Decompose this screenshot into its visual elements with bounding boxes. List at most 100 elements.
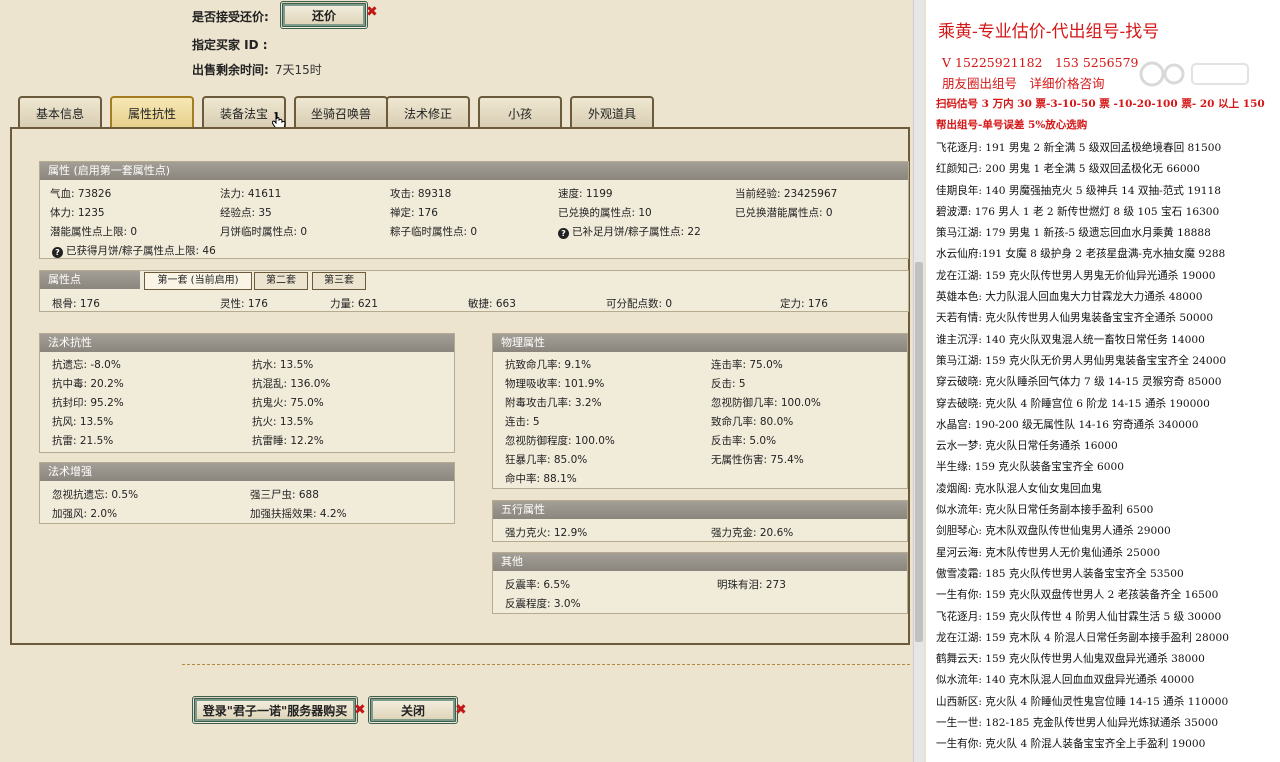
account-list: 飞花逐月: 191 男鬼 2 新全满 5 级双回孟极绝境春回 81500 红颜知… [936, 138, 1229, 756]
physical-cell: 狂暴几率: 85.0% [505, 454, 588, 466]
tab-mounts-pets[interactable]: 坐骑召唤兽 [294, 96, 388, 128]
physical-cell: 忽视防御程度: 100.0% [505, 435, 615, 447]
physical-cell: 命中率: 88.1% [505, 473, 577, 485]
attr-cell: 法力: 41611 [220, 188, 282, 200]
list-item: 凌烟阁: 克水队混人女仙女鬼回血鬼 [936, 482, 1102, 495]
notes-moments: 朋友圈出组号 详细价格咨询 [942, 76, 1105, 91]
resist-cell: 抗混乱: 136.0% [252, 378, 331, 390]
attribute-content-panel: 属性 (启用第一套属性点) 气血: 73826 法力: 41611 攻击: 89… [10, 127, 910, 645]
remaining-time-value: 7天15时 [274, 63, 322, 77]
attr-cell-mooncake: ? 已补足月饼/粽子属性点: 22 [558, 224, 701, 239]
attr-cell: 月饼临时属性点: 0 [220, 226, 308, 238]
physical-cell: 抗致命几率: 9.1% [505, 359, 592, 371]
list-item: 半生缘: 159 克火队装备宝宝齐全 6000 [936, 461, 1124, 474]
list-item: 星河云海: 克木队传世男人无价鬼仙通杀 25000 [936, 546, 1161, 559]
points-cell: 力量: 621 [330, 298, 378, 310]
attr-cell: 已兑换潜能属性点: 0 [735, 207, 833, 219]
enhance-cell: 强三尸虫: 688 [250, 489, 319, 501]
resist-cell: 抗中毒: 20.2% [52, 378, 124, 390]
scrollbar-thumb[interactable] [915, 262, 923, 642]
list-item: 穿云破晓: 克火队睡杀回气体力 7 级 14-15 灵猴穷奇 85000 [936, 376, 1222, 389]
game-window: 是否接受还价: 还价 ✖ 指定买家 ID : 出售剩余时间: 7天15时 基本信息… [0, 0, 912, 762]
buyer-id-label: 指定买家 ID : [192, 38, 268, 52]
tab-spell-mod[interactable]: 法术修正 [386, 96, 470, 128]
list-item: 山西新区: 克火队 4 阶睡仙灵性鬼宫位睡 14-15 通杀 110000 [936, 695, 1229, 708]
vertical-scrollbar[interactable] [913, 0, 924, 762]
list-item: 策马江湖: 179 男鬼 1 新孩-5 级遗忘回血水月乘黄 18888 [936, 227, 1211, 240]
physical-cell: 致命几率: 80.0% [711, 416, 794, 428]
list-item: 红颜知己: 200 男鬼 1 老全满 5 级双回孟极化无 66000 [936, 163, 1201, 176]
points-cell: 敏捷: 663 [468, 298, 516, 310]
list-item: 飞花逐月: 191 男鬼 2 新全满 5 级双回孟极绝境春回 81500 [936, 142, 1222, 154]
spell-resist-section: 法术抗性 抗遗忘: -8.0% 抗水: 13.5% 抗中毒: 20.2% 抗混乱… [39, 333, 455, 453]
spell-resist-title: 法术抗性 [40, 334, 454, 352]
info-icon: ? [52, 247, 63, 258]
other-title: 其他 [493, 553, 907, 571]
remaining-time-label: 出售剩余时间: 7天15时 [192, 63, 322, 77]
tab-appearance[interactable]: 外观道具 [570, 96, 654, 128]
list-item: 天若有情: 克火队传世男人仙男鬼装备宝宝齐全通杀 50000 [936, 312, 1214, 325]
list-item: 傲雪凌霜: 185 克火队传世男人装备宝宝齐全 53500 [936, 567, 1184, 580]
attr-cell: 体力: 1235 [50, 207, 105, 219]
points-subtab-first[interactable]: 第一套 (当前启用) [144, 272, 252, 290]
watermark-logo-icon [1139, 61, 1249, 87]
spell-enhance-title: 法术增强 [40, 463, 454, 481]
notes-phone: V 15225921182 153 5256579 [942, 55, 1139, 70]
other-cell: 反震率: 6.5% [505, 579, 571, 591]
attr-cell: 气血: 73826 [50, 188, 112, 200]
resist-cell: 抗火: 13.5% [252, 416, 314, 428]
list-item: 水晶宫: 190-200 级无属性队 14-16 穷奇通杀 340000 [936, 418, 1199, 431]
enhance-cell: 忽视抗遗忘: 0.5% [52, 489, 139, 501]
attr-footer: ? 已获得月饼/粽子属性点上限: 46 [52, 243, 216, 258]
list-item: 佳期良年: 140 男魔强抽克火 5 级神兵 14 双抽-范式 19118 [936, 184, 1221, 197]
resist-cell: 抗风: 13.5% [52, 416, 114, 428]
enhance-cell: 加强风: 2.0% [52, 508, 118, 520]
list-item: 飞花逐月: 159 克火队传世 4 阶男人仙甘霖生活 5 级 30000 [936, 610, 1222, 623]
attr-cell: 粽子临时属性点: 0 [390, 226, 478, 238]
attr-cell: 已兑换的属性点: 10 [558, 207, 652, 219]
list-item: 鹤舞云天: 159 克火队传世男人仙鬼双盘异光通杀 38000 [936, 653, 1205, 666]
points-cell: 可分配点数: 0 [606, 298, 673, 310]
resist-cell: 抗雷: 21.5% [52, 435, 114, 447]
attr-cell: 速度: 1199 [558, 188, 613, 200]
list-item: 水云仙府:191 女魔 8 级护身 2 老孩星盘满-克水抽女魔 9288 [936, 248, 1226, 261]
points-section-title: 属性点 [40, 271, 140, 289]
other-cell: 反震程度: 3.0% [505, 598, 581, 610]
counter-close-icon[interactable]: ✖ [366, 4, 378, 20]
points-subtab-third[interactable]: 第三套 [312, 272, 366, 290]
accept-counter-label: 是否接受还价: [192, 10, 269, 24]
attr-cell: 当前经验: 23425967 [735, 188, 838, 200]
points-cell: 根骨: 176 [52, 298, 100, 310]
login-close-icon[interactable]: ✖ [354, 702, 366, 718]
list-item: 一生有你: 159 克火队双盘传世男人 2 老孩装备齐全 16500 [936, 589, 1219, 602]
physical-section: 物理属性 抗致命几率: 9.1% 连击率: 75.0% 物理吸收率: 101.9… [492, 333, 908, 489]
points-section: 属性点 第一套 (当前启用) 第二套 第三套 根骨: 176 灵性: 176 力… [39, 270, 909, 312]
notes-price-line: 扫码估号 3 万内 30 票-3-10-50 票 -10-20-100 票- 2… [936, 98, 1265, 110]
points-subtab-second[interactable]: 第二套 [254, 272, 308, 290]
counter-offer-button[interactable]: 还价 [280, 1, 368, 29]
notes-title: 乘黄-专业估价-代出组号-找号 [938, 22, 1160, 42]
physical-cell: 附毒攻击几率: 3.2% [505, 397, 602, 409]
resist-cell: 抗封印: 95.2% [52, 397, 124, 409]
tab-children[interactable]: 小孩 [478, 96, 562, 128]
attr-cell: 禅定: 176 [390, 207, 438, 219]
close-button[interactable]: 关闭 [368, 696, 458, 724]
tab-attr-resist[interactable]: 属性抗性 [110, 96, 194, 128]
resist-cell: 抗遗忘: -8.0% [52, 359, 121, 371]
five-cell: 强力克火: 12.9% [505, 527, 588, 539]
tab-basic-info[interactable]: 基本信息 [18, 96, 102, 128]
five-element-section: 五行属性 强力克火: 12.9% 强力克金: 20.6% [492, 500, 908, 542]
attr-cell: 潜能属性点上限: 0 [50, 226, 138, 238]
points-cell: 灵性: 176 [220, 298, 268, 310]
other-section: 其他 反震率: 6.5% 明珠有泪: 273 反震程度: 3.0% [492, 552, 908, 614]
list-item: 龙在江湖: 159 克火队传世男人男鬼无价仙异光通杀 19000 [936, 269, 1216, 282]
physical-cell: 无属性伤害: 75.4% [711, 454, 804, 466]
list-item: 似水流年: 克火队日常任务副本接手盈利 6500 [936, 504, 1154, 517]
resist-cell: 抗鬼火: 75.0% [252, 397, 324, 409]
login-buy-button[interactable]: 登录"君子一诺"服务器购买 [192, 696, 358, 724]
list-item: 穿去破晓: 克火队 4 阶睡宫位 6 阶龙 14-15 通杀 190000 [936, 397, 1210, 410]
physical-cell: 忽视防御几率: 100.0% [711, 397, 821, 409]
close-x-icon[interactable]: ✖ [455, 702, 467, 718]
list-item: 一生一世: 182-185 克金队传世男人仙异光炼狱通杀 35000 [936, 717, 1219, 730]
seller-notes-panel: 乘黄-专业估价-代出组号-找号 V 15225921182 153 525657… [926, 0, 1280, 762]
